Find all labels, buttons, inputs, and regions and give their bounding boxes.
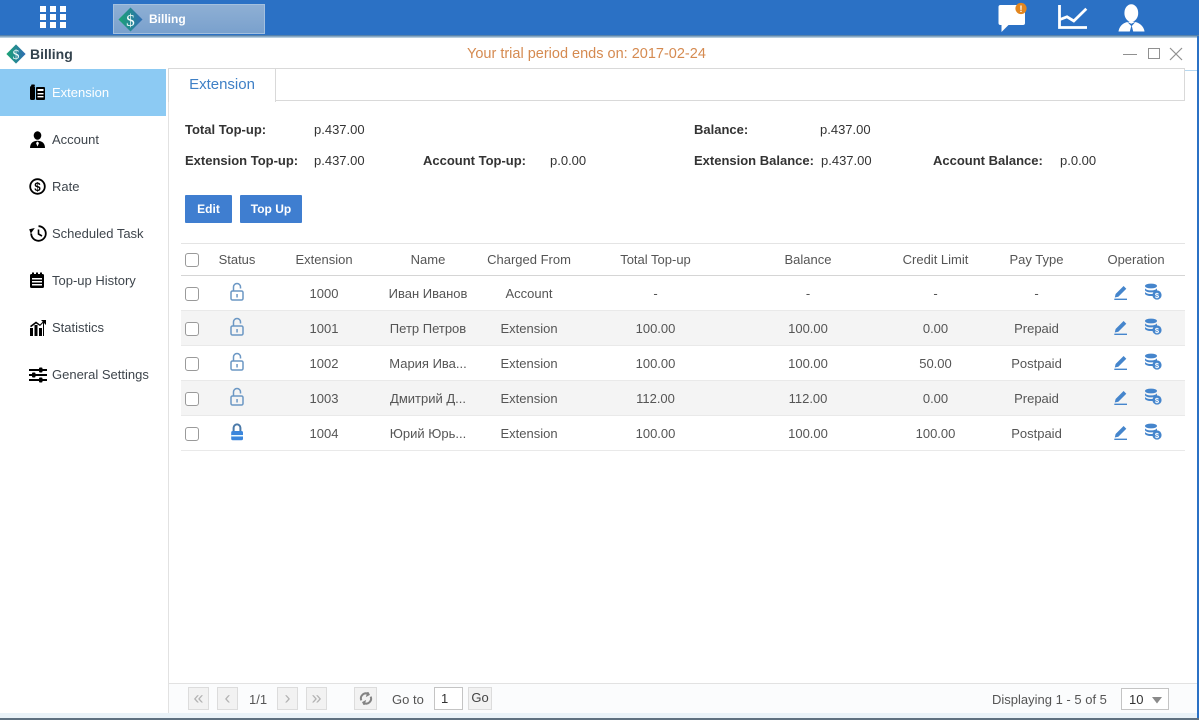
svg-text:$: $ xyxy=(13,47,20,62)
svg-text:!: ! xyxy=(1020,4,1023,14)
svg-text:$: $ xyxy=(126,10,135,29)
svg-text:$: $ xyxy=(34,182,41,194)
